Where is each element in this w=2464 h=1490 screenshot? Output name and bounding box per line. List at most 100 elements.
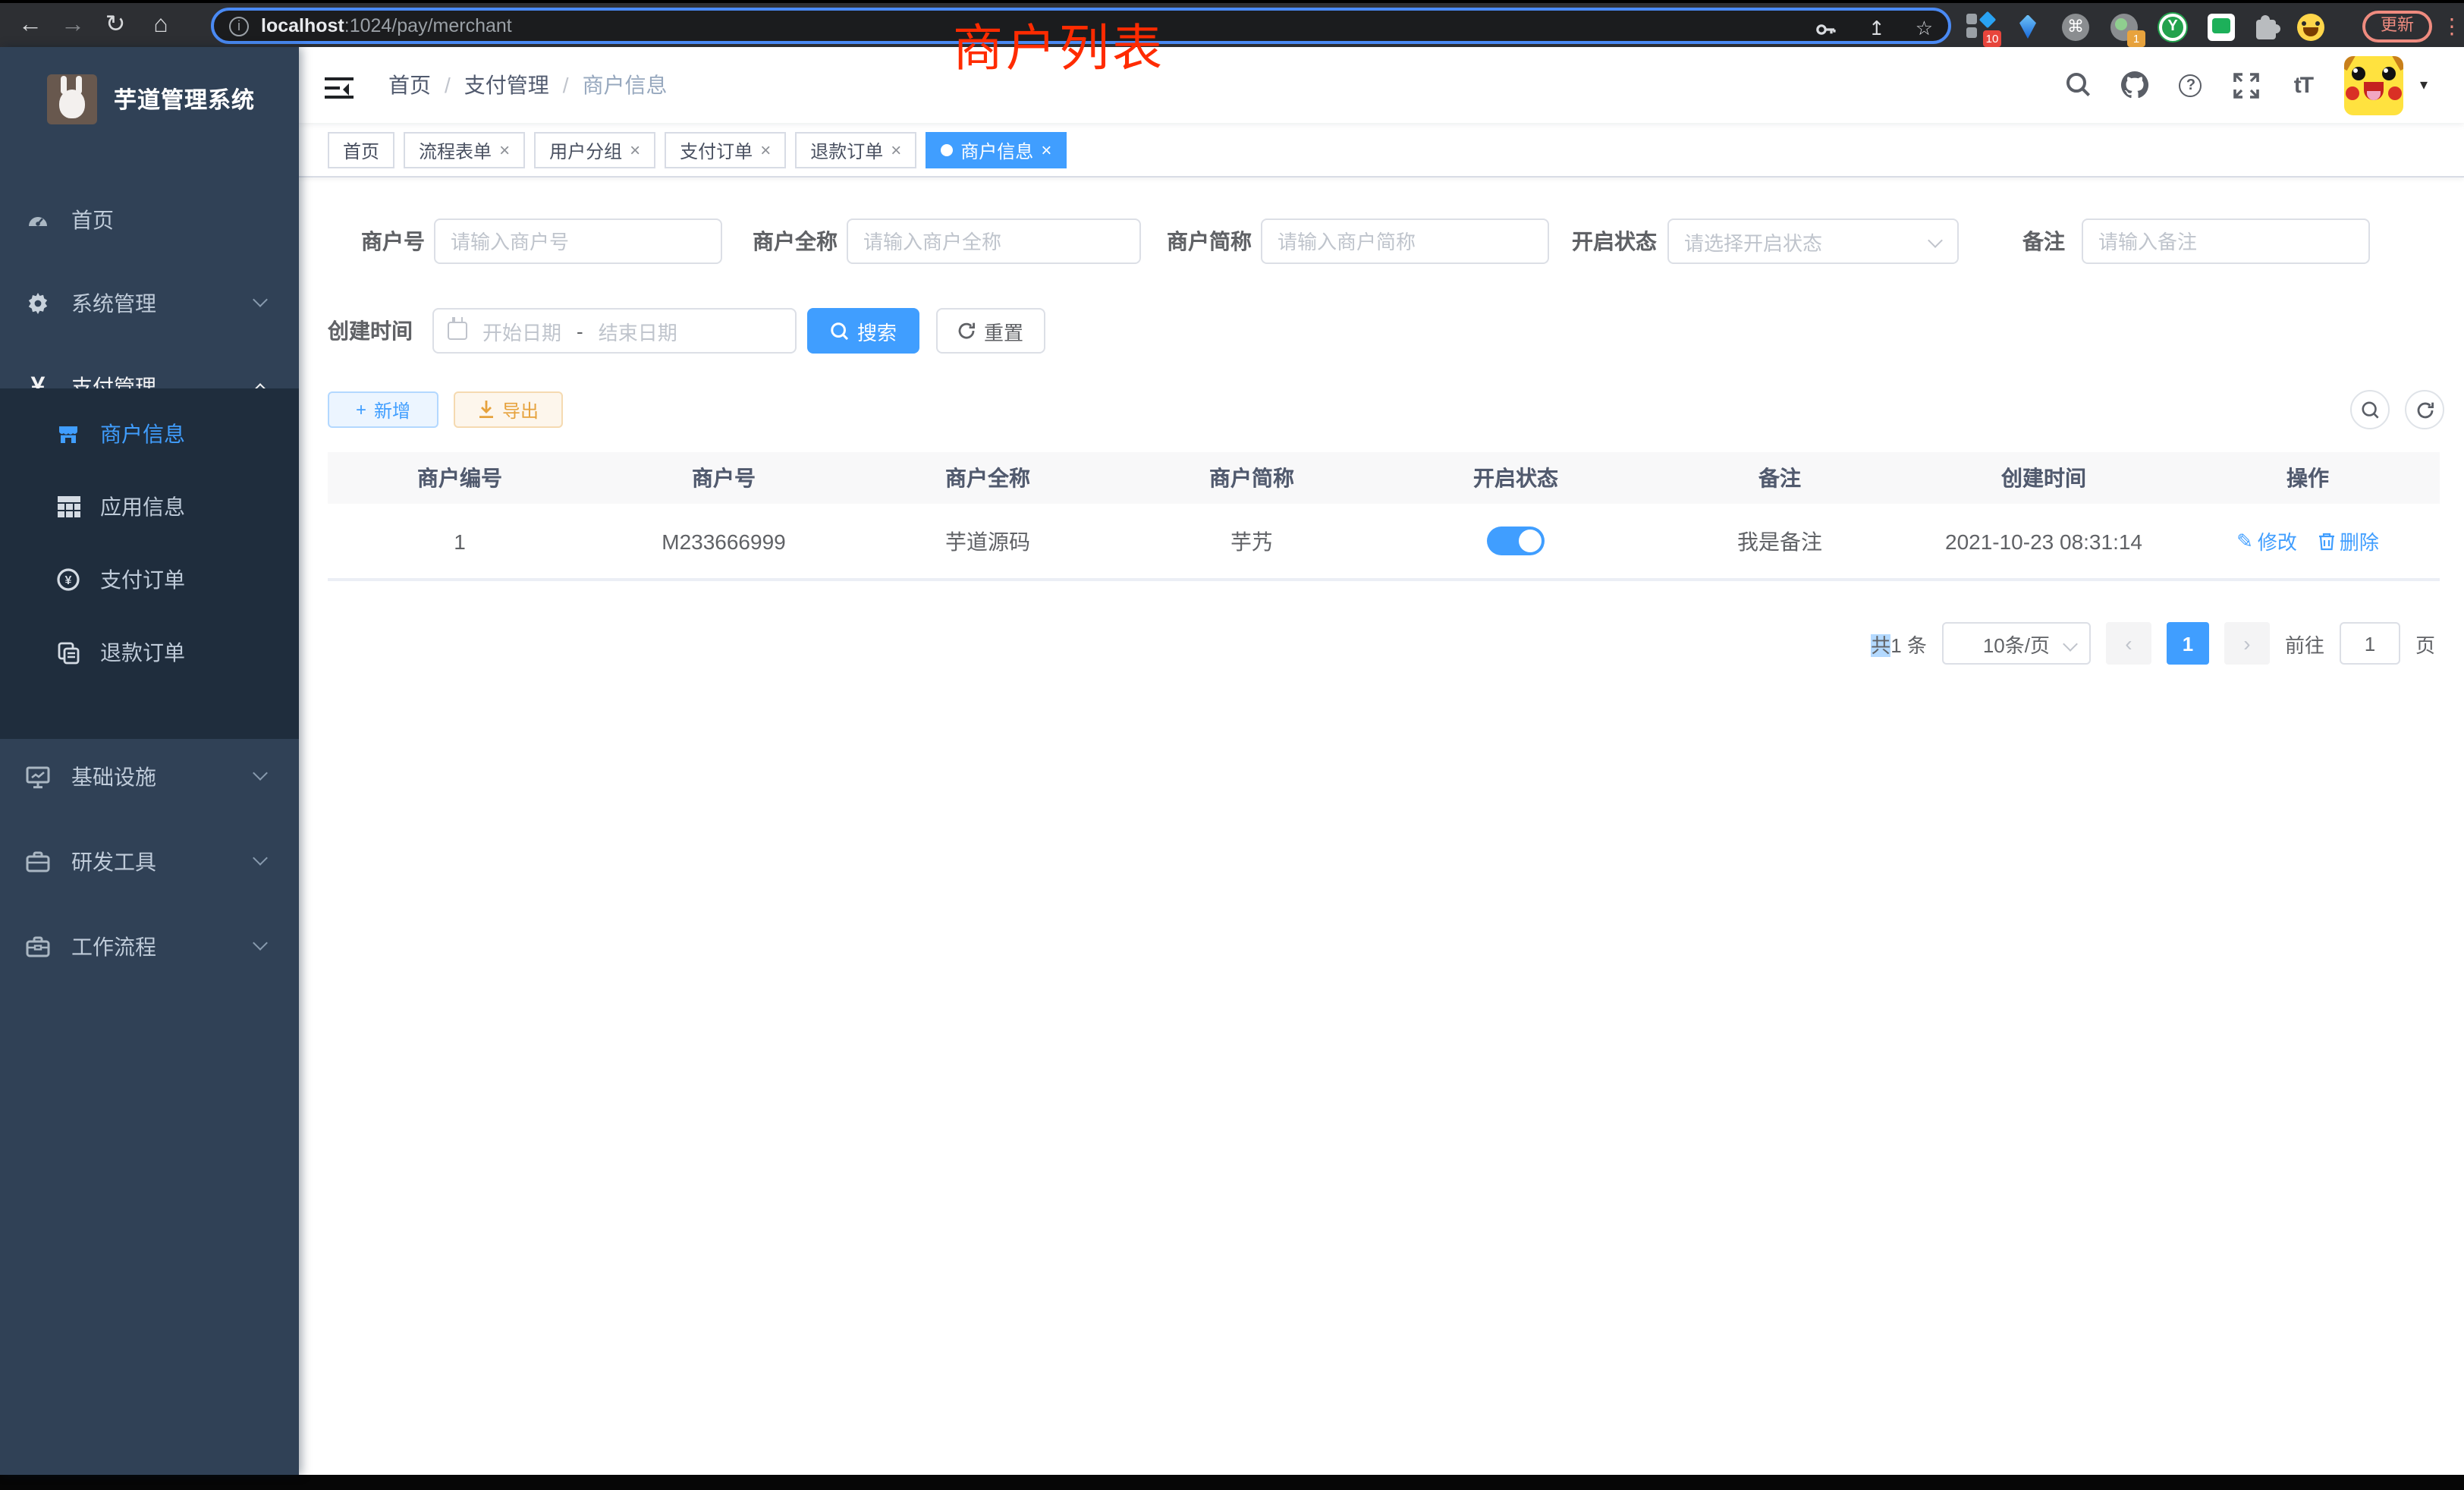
chevron-down-icon: [253, 292, 268, 307]
close-icon[interactable]: ×: [891, 141, 901, 159]
tab-user-group[interactable]: 用户分组 ×: [534, 132, 655, 168]
page-size-select[interactable]: 10条/页: [1942, 622, 2091, 665]
next-page-button[interactable]: ›: [2224, 622, 2270, 665]
create-time-range-picker[interactable]: 开始日期 - 结束日期: [432, 308, 797, 354]
sidebar-item-label: 首页: [71, 205, 114, 235]
extension-y-icon[interactable]: Y: [2159, 13, 2186, 40]
refresh-button[interactable]: [2405, 390, 2444, 429]
add-button[interactable]: + 新增: [328, 391, 438, 428]
breadcrumb-current: 商户信息: [583, 70, 668, 100]
share-icon[interactable]: ↥: [1868, 14, 1885, 44]
tab-home[interactable]: 首页: [328, 132, 394, 168]
add-button-label: 新增: [374, 397, 410, 423]
user-avatar[interactable]: [2344, 55, 2403, 115]
sidebar-item-label: 退款订单: [100, 637, 185, 668]
sidebar-item-pay-order[interactable]: ¥ 支付订单: [0, 543, 299, 616]
table-row: 1 M233666999 芋道源码 芋艿 我是备注 2021-10-23 08:…: [328, 504, 2440, 580]
chevron-down-icon: [253, 850, 268, 866]
cell-remark: 我是备注: [1648, 526, 1912, 556]
extensions-row: 10 ⌘ 1 Y: [1966, 8, 2324, 46]
sidebar-item-dev-tools[interactable]: 研发工具: [0, 830, 299, 894]
page-number-1[interactable]: 1: [2167, 622, 2209, 665]
extensions-puzzle-icon[interactable]: [2256, 19, 2276, 39]
remark-input[interactable]: [2082, 218, 2370, 264]
breadcrumb-home[interactable]: 首页: [388, 70, 431, 100]
delete-link[interactable]: 删除: [2318, 527, 2379, 555]
merchant-no-input[interactable]: [434, 218, 722, 264]
font-size-icon[interactable]: tT: [2288, 70, 2318, 100]
tab-refund-order[interactable]: 退款订单 ×: [795, 132, 916, 168]
sidebar-item-workflow[interactable]: 工作流程: [0, 915, 299, 979]
search-button[interactable]: 搜索: [807, 308, 919, 354]
filter-label-short-name: 商户简称: [1100, 218, 1252, 264]
search-button-label: 搜索: [857, 316, 897, 345]
sidebar-item-home[interactable]: 首页: [0, 188, 299, 252]
extension-kite-icon[interactable]: [2019, 14, 2036, 39]
extension-profile-icon[interactable]: 1: [2110, 13, 2138, 40]
sidebar-fold-icon[interactable]: [325, 77, 354, 100]
tab-pay-order[interactable]: 支付订单 ×: [665, 132, 786, 168]
merchant-name-input[interactable]: [847, 218, 1141, 264]
prev-page-button[interactable]: ‹: [2106, 622, 2151, 665]
cell-merchant-no: M233666999: [592, 529, 856, 553]
col-status: 开启状态: [1384, 463, 1648, 493]
tab-merchant-info[interactable]: 商户信息 ×: [926, 132, 1067, 168]
col-remark: 备注: [1648, 463, 1912, 493]
delete-label: 删除: [2340, 527, 2379, 555]
edit-link[interactable]: ✎ 修改: [2236, 527, 2297, 555]
breadcrumb-section[interactable]: 支付管理: [464, 70, 549, 100]
sidebar-item-system[interactable]: 系统管理: [0, 272, 299, 335]
sidebar-item-app-info[interactable]: 应用信息: [0, 470, 299, 543]
browser-back-icon[interactable]: ←: [12, 8, 49, 44]
sidebar-logo[interactable]: 芋道管理系统: [0, 65, 299, 132]
extension-grid-icon[interactable]: 10: [1966, 13, 1994, 40]
browser-update-button[interactable]: 更新: [2362, 11, 2432, 42]
col-merchant-id: 商户编号: [328, 463, 592, 493]
chevron-down-icon: [253, 765, 268, 781]
end-date-placeholder: 结束日期: [599, 316, 677, 345]
sidebar-item-refund-order[interactable]: 退款订单: [0, 616, 299, 689]
filter-label-merchant-name: 商户全称: [686, 218, 838, 264]
avatar-caret-icon[interactable]: ▾: [2420, 77, 2428, 93]
filter-label-remark: 备注: [1913, 218, 2065, 264]
sidebar-item-infrastructure[interactable]: 基础设施: [0, 745, 299, 809]
col-merchant-no: 商户号: [592, 463, 856, 493]
total-suffix: 条: [1907, 633, 1927, 656]
password-key-icon[interactable]: [1815, 17, 1838, 40]
close-icon[interactable]: ×: [760, 141, 771, 159]
extension-chat-icon[interactable]: [2208, 13, 2235, 40]
sidebar-item-merchant-info[interactable]: 商户信息: [0, 398, 299, 470]
browser-home-icon[interactable]: ⌂: [143, 8, 179, 44]
browser-reload-icon[interactable]: ↻: [97, 8, 134, 44]
close-icon[interactable]: ×: [1041, 141, 1051, 159]
monitor-icon: [26, 765, 50, 789]
cell-status: [1384, 527, 1648, 555]
search-icon[interactable]: [2063, 70, 2094, 100]
logo-rabbit-image: [47, 74, 97, 124]
goto-page-input[interactable]: [2340, 622, 2400, 665]
reset-button[interactable]: 重置: [936, 308, 1045, 354]
close-icon[interactable]: ×: [499, 141, 510, 159]
help-icon[interactable]: ?: [2176, 70, 2206, 100]
cell-short-name: 芋艿: [1120, 526, 1384, 556]
toggle-search-button[interactable]: [2350, 390, 2390, 429]
shop-icon: [56, 422, 80, 446]
status-toggle[interactable]: [1487, 527, 1545, 555]
site-info-icon[interactable]: i: [229, 16, 249, 36]
close-icon[interactable]: ×: [630, 141, 640, 159]
extension-grid-badge: 10: [1983, 30, 2001, 46]
url-path: :1024/pay/merchant: [344, 15, 512, 36]
browser-menu-icon[interactable]: ⋮: [2441, 11, 2462, 42]
page-size-value: 10条/页: [1983, 629, 2050, 658]
tab-process-form[interactable]: 流程表单 ×: [404, 132, 525, 168]
github-icon[interactable]: [2120, 70, 2150, 100]
bookmark-star-icon[interactable]: ☆: [1916, 14, 1933, 44]
export-button[interactable]: 导出: [454, 391, 563, 428]
sidebar-item-label: 基础设施: [71, 762, 156, 792]
extension-command-icon[interactable]: ⌘: [2062, 13, 2089, 40]
browser-forward-icon[interactable]: →: [55, 8, 91, 44]
extension-emoji-icon[interactable]: [2297, 13, 2324, 40]
total-prefix: 共: [1871, 633, 1890, 656]
tab-label: 用户分组: [549, 137, 622, 163]
fullscreen-icon[interactable]: [2232, 70, 2262, 100]
